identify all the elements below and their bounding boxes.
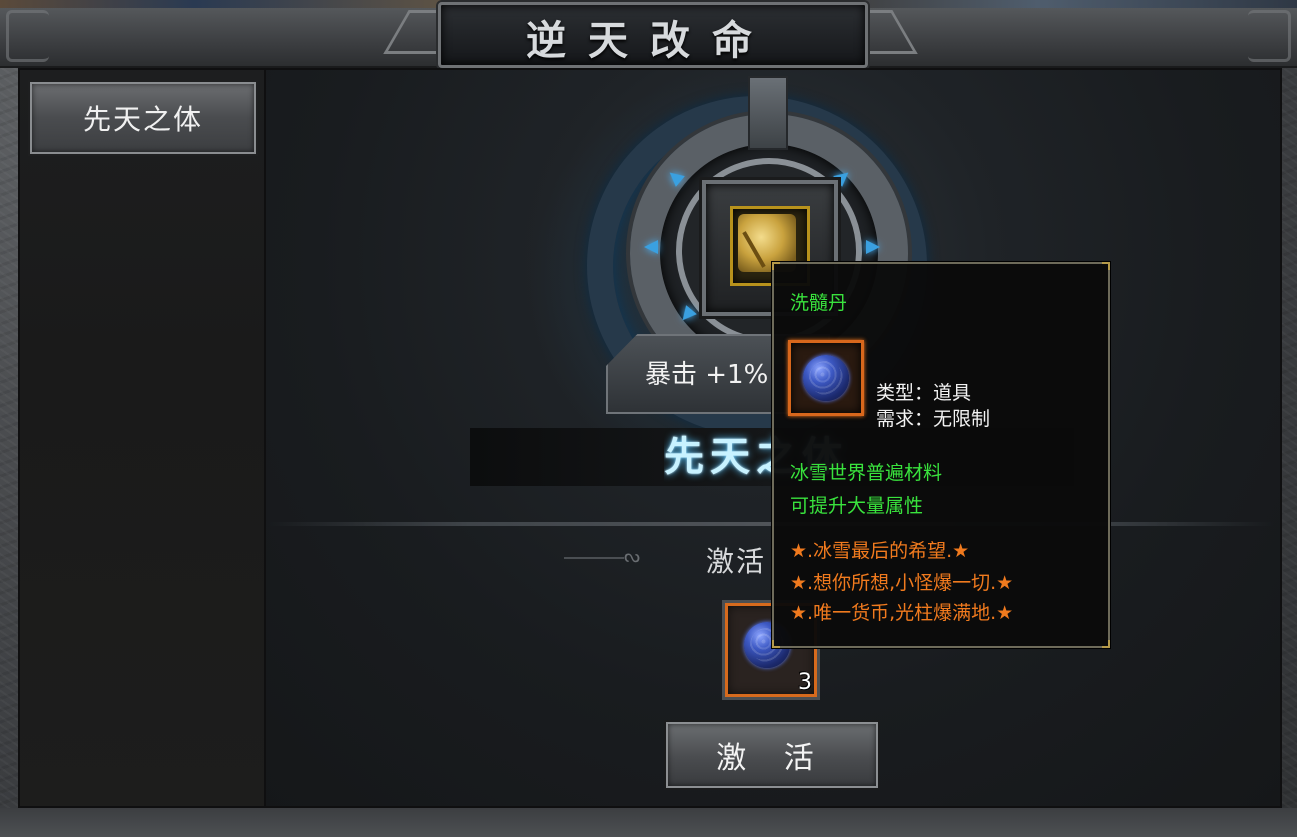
sidebar-item-label: 先天之体	[82, 103, 203, 136]
frame-ornament-left	[6, 10, 49, 62]
wheel-spoke	[748, 76, 788, 150]
tooltip-item-requirement: 需求：无限制	[876, 408, 991, 430]
tooltip-flavor-line: ★.想你所想,小怪爆一切.★	[790, 572, 1014, 594]
frame-bottom	[0, 808, 1297, 837]
tooltip-item-name: 洗髓丹	[790, 292, 848, 314]
activate-cost-label: 激活	[706, 545, 767, 578]
item-tooltip: 洗髓丹 类型：道具 需求：无限制 冰雪世界普遍材料 可提升大量属性 ★.冰雪最后…	[772, 262, 1110, 648]
tooltip-desc-line: 冰雪世界普遍材料	[790, 462, 943, 484]
blue-orb-icon	[803, 355, 849, 401]
activate-button-label: 激 活	[716, 741, 828, 776]
rune-mark-icon	[866, 240, 880, 254]
swirl-icon: ᔓ	[624, 546, 641, 567]
divider-ornament	[564, 557, 624, 559]
sidebar-item-innate-body[interactable]: 先天之体	[30, 82, 256, 154]
sidebar	[18, 68, 266, 808]
tooltip-desc-line: 可提升大量属性	[790, 495, 924, 517]
cost-item-count: 3	[798, 670, 812, 695]
activate-button[interactable]: 激 活	[666, 722, 878, 788]
tooltip-flavor-line: ★.唯一货币,光柱爆满地.★	[790, 602, 1014, 624]
tooltip-flavor-line: ★.冰雪最后的希望.★	[790, 540, 970, 562]
stat-bonus: 暴击 +1%	[645, 360, 769, 390]
window-title: 逆天改命	[526, 17, 774, 64]
tooltip-item-frame	[788, 340, 864, 416]
rune-mark-icon	[644, 240, 658, 254]
frame-ornament-right	[1248, 10, 1291, 62]
divider	[268, 522, 1274, 526]
tooltip-item-type: 类型：道具	[876, 382, 972, 404]
